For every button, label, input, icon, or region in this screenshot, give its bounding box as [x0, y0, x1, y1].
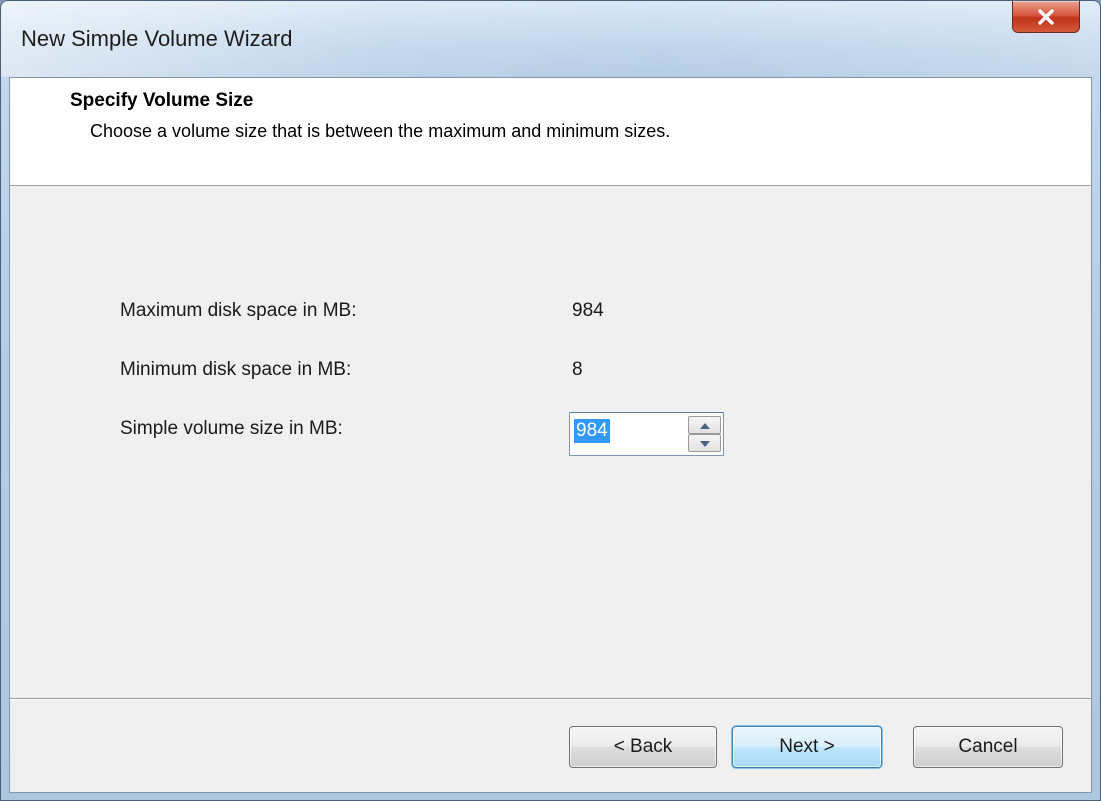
close-button[interactable]: [1012, 1, 1080, 33]
max-size-label: Maximum disk space in MB:: [120, 300, 357, 321]
page-subtitle: Choose a volume size that is between the…: [90, 121, 671, 141]
wizard-header: Specify Volume Size Choose a volume size…: [10, 78, 1091, 186]
volume-size-stepper[interactable]: 984: [569, 412, 724, 456]
back-button[interactable]: < Back: [569, 726, 717, 768]
spin-up-button[interactable]: [688, 416, 721, 434]
wizard-window: New Simple Volume Wizard Specify Volume …: [0, 0, 1101, 801]
wizard-client-area: Specify Volume Size Choose a volume size…: [9, 77, 1092, 793]
footer-divider: [10, 698, 1091, 700]
chevron-up-icon: [699, 416, 710, 434]
max-size-value: 984: [572, 300, 604, 321]
volume-size-spinner: [688, 416, 721, 452]
window-title: New Simple Volume Wizard: [21, 26, 293, 51]
title-bar[interactable]: New Simple Volume Wizard: [1, 1, 1100, 77]
volume-size-input[interactable]: 984: [574, 419, 610, 443]
page-title: Specify Volume Size: [70, 90, 254, 111]
min-size-value: 8: [572, 359, 583, 380]
cancel-button[interactable]: Cancel: [913, 726, 1063, 768]
spin-down-button[interactable]: [688, 434, 721, 452]
close-icon: [1036, 8, 1056, 26]
next-button[interactable]: Next >: [732, 726, 882, 768]
chevron-down-icon: [699, 434, 710, 452]
volume-size-label: Simple volume size in MB:: [120, 418, 343, 439]
min-size-label: Minimum disk space in MB:: [120, 359, 352, 380]
